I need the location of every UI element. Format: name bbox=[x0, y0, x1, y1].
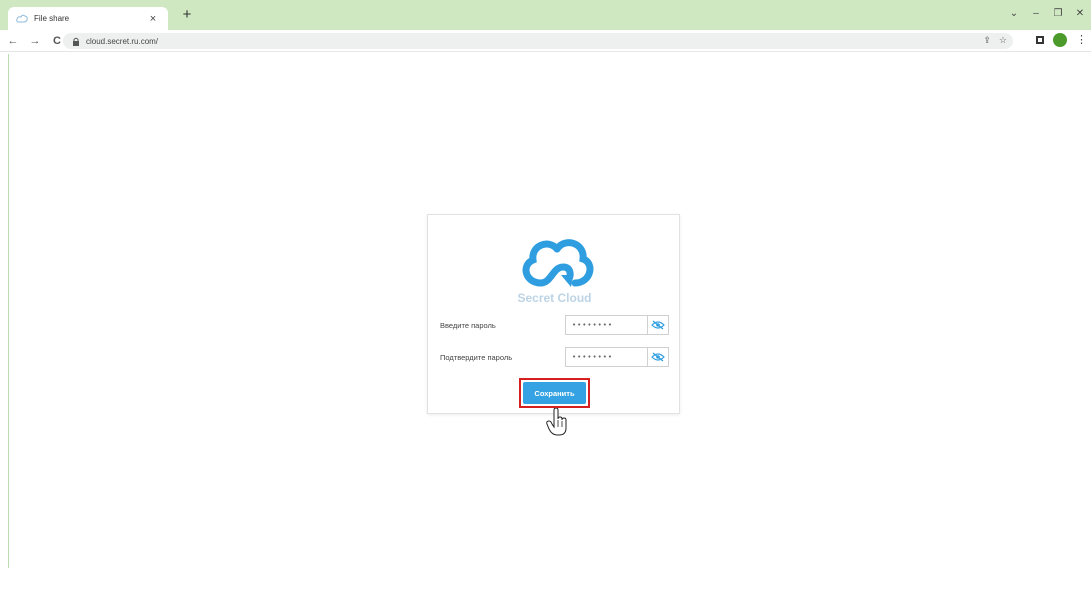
omnibox-actions: ⇪ ☆ bbox=[983, 35, 1007, 46]
close-window-button[interactable]: ✕ bbox=[1069, 4, 1091, 24]
minimize-button[interactable]: – bbox=[1025, 4, 1047, 24]
password-card: Secret Cloud Введите пароль Подтвердите … bbox=[427, 214, 680, 414]
eye-off-icon[interactable] bbox=[647, 315, 669, 335]
url-text: cloud.secret.ru.com/ bbox=[86, 36, 159, 46]
side-panel-icon[interactable] bbox=[1036, 36, 1044, 44]
eye-off-icon[interactable] bbox=[647, 347, 669, 367]
confirm-password-label: Подтвердите пароль bbox=[440, 352, 513, 362]
hand-pointer-icon bbox=[546, 408, 567, 436]
browser-window: File share × + ⌄ – ❐ ✕ ← → C cloud.secre… bbox=[0, 0, 1091, 597]
share-icon[interactable]: ⇪ bbox=[983, 35, 991, 46]
cloud-favicon-icon bbox=[16, 13, 28, 25]
confirm-password-row: Подтвердите пароль bbox=[440, 347, 669, 367]
save-highlight-frame: Сохранить bbox=[519, 378, 590, 408]
brand-name: Secret Cloud bbox=[517, 291, 592, 305]
password-label: Введите пароль bbox=[440, 320, 496, 330]
back-button[interactable]: ← bbox=[4, 32, 22, 50]
tab-close-icon[interactable]: × bbox=[146, 13, 160, 25]
new-tab-button[interactable]: + bbox=[178, 7, 196, 25]
restore-button[interactable]: ❐ bbox=[1047, 4, 1069, 24]
page-left-border bbox=[8, 54, 9, 568]
browser-toolbar: ← → C cloud.secret.ru.com/ ⇪ ☆ ⋮ bbox=[0, 30, 1091, 52]
menu-icon[interactable]: ⋮ bbox=[1076, 33, 1087, 47]
tab-file-share[interactable]: File share × bbox=[8, 7, 168, 30]
profile-avatar[interactable] bbox=[1053, 33, 1067, 47]
chevron-down-icon[interactable]: ⌄ bbox=[1003, 4, 1025, 24]
tab-strip: File share × + ⌄ – ❐ ✕ bbox=[0, 0, 1091, 30]
address-bar[interactable]: cloud.secret.ru.com/ ⇪ ☆ bbox=[63, 33, 1013, 49]
forward-button[interactable]: → bbox=[26, 32, 44, 50]
password-input[interactable] bbox=[565, 315, 647, 335]
lock-icon bbox=[71, 37, 80, 46]
confirm-password-input[interactable] bbox=[565, 347, 647, 367]
password-row: Введите пароль bbox=[440, 315, 669, 335]
save-button[interactable]: Сохранить bbox=[523, 382, 586, 404]
window-controls: ⌄ – ❐ ✕ bbox=[1003, 4, 1091, 24]
tab-title: File share bbox=[34, 14, 70, 23]
bookmark-star-icon[interactable]: ☆ bbox=[999, 35, 1007, 46]
secret-cloud-logo-icon bbox=[522, 239, 594, 287]
toolbar-right: ⋮ bbox=[1036, 33, 1087, 47]
